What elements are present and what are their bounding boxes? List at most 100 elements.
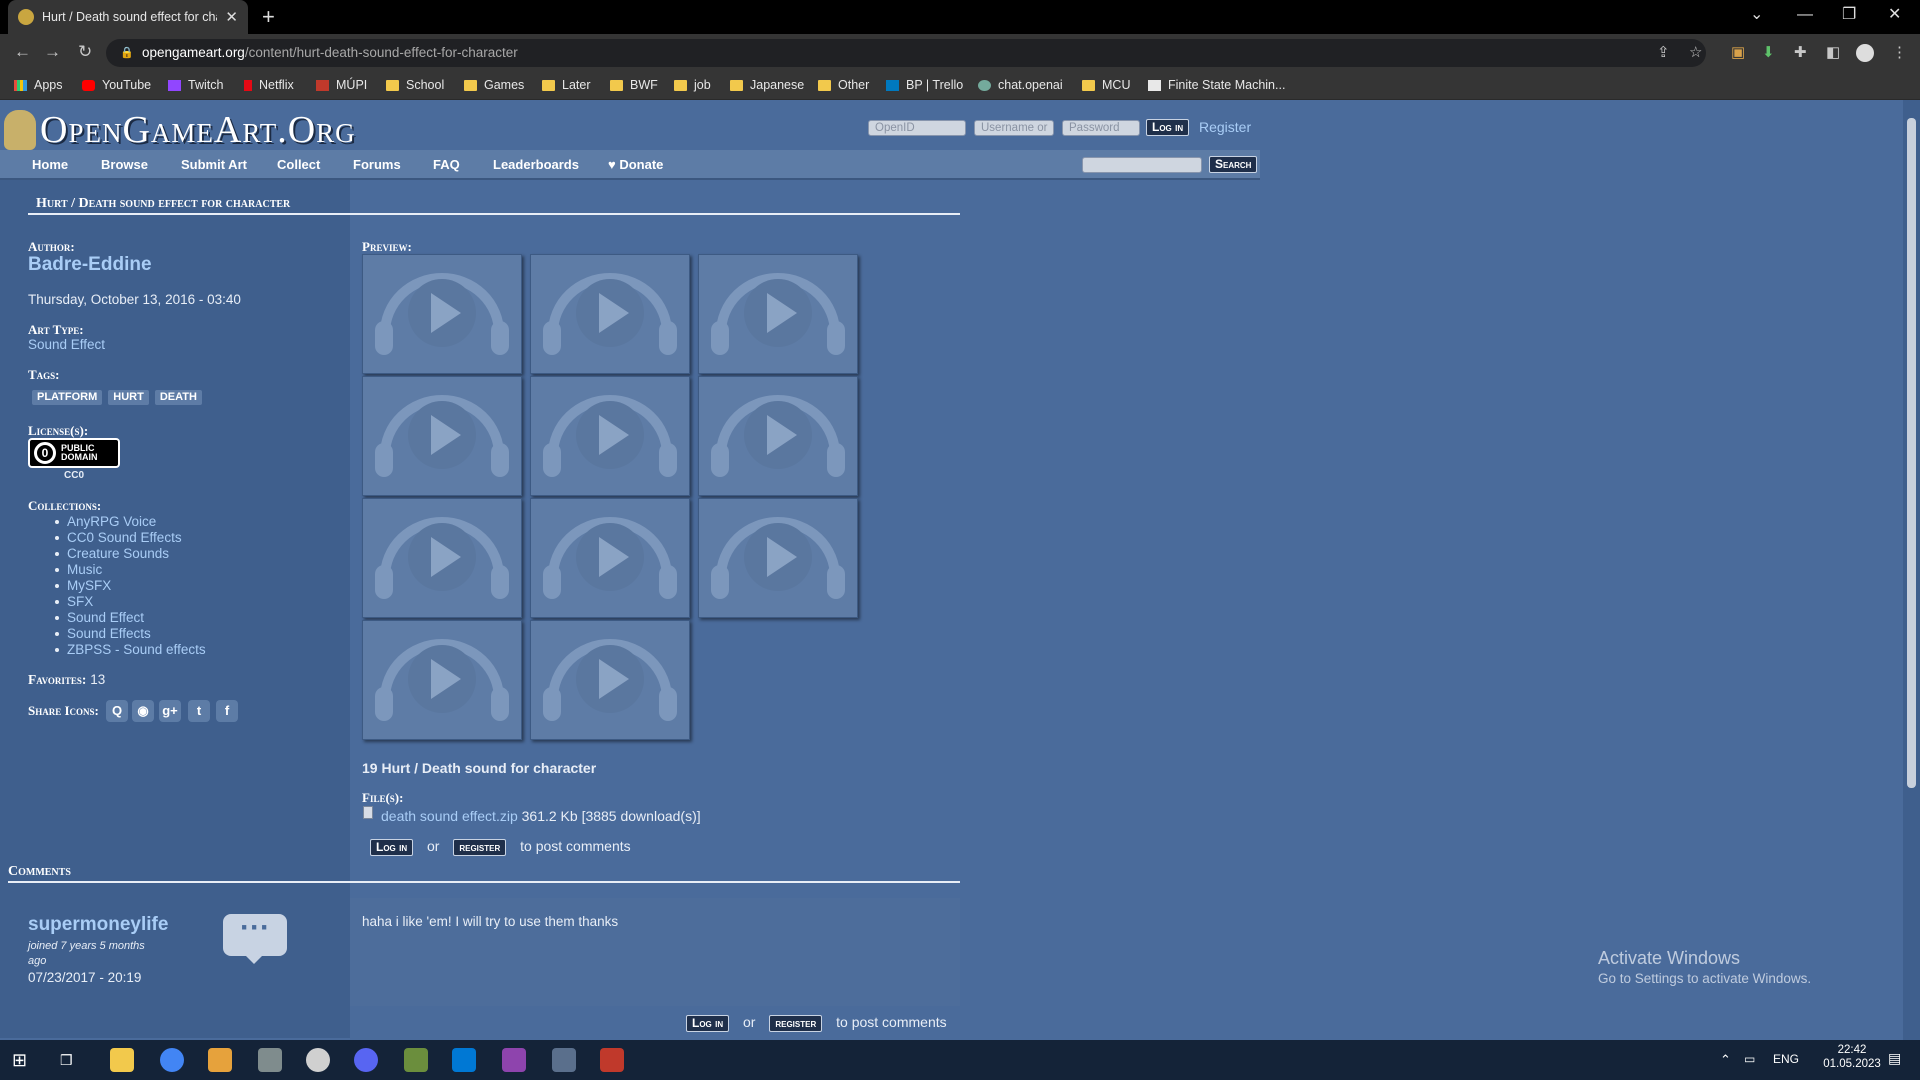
- bookmark-later[interactable]: Later: [542, 70, 591, 100]
- tag-platform[interactable]: PLATFORM: [32, 390, 103, 405]
- tray-chevron-icon[interactable]: ⌃: [1720, 1052, 1731, 1068]
- author-link[interactable]: Badre-Eddine: [28, 254, 152, 276]
- audio-preview-tile[interactable]: [362, 620, 522, 740]
- bookmark-fsm[interactable]: Finite State Machin...: [1148, 70, 1285, 100]
- app-icon-tool[interactable]: [258, 1048, 282, 1072]
- login-button[interactable]: Log in: [370, 839, 414, 856]
- chrome-icon[interactable]: [160, 1048, 184, 1072]
- collection-link[interactable]: Music: [54, 562, 102, 577]
- new-tab-button[interactable]: +: [262, 4, 275, 30]
- scrollbar-thumb[interactable]: [1907, 118, 1916, 788]
- nav-submit-art[interactable]: Submit Art: [181, 157, 247, 172]
- download-extension-icon[interactable]: ⬇: [1762, 44, 1775, 62]
- tag-hurt[interactable]: HURT: [108, 390, 149, 405]
- nav-leaderboards[interactable]: Leaderboards: [493, 157, 579, 172]
- bookmark-netflix[interactable]: Netflix: [244, 70, 294, 100]
- back-icon[interactable]: ←: [14, 42, 31, 62]
- audio-preview-tile[interactable]: [530, 498, 690, 618]
- bookmark-mcu[interactable]: MCU: [1082, 70, 1130, 100]
- vscode-icon[interactable]: [452, 1048, 476, 1072]
- audio-preview-tile[interactable]: [698, 376, 858, 496]
- nav-donate[interactable]: ♥ Donate: [608, 157, 663, 172]
- audio-preview-tile[interactable]: [530, 376, 690, 496]
- minimize-button[interactable]: —: [1797, 4, 1813, 26]
- audio-preview-tile[interactable]: [362, 498, 522, 618]
- audio-preview-tile[interactable]: [698, 498, 858, 618]
- collection-link[interactable]: MySFX: [54, 578, 111, 593]
- calculator-icon[interactable]: [552, 1048, 576, 1072]
- notifications-icon[interactable]: ▤: [1888, 1050, 1901, 1067]
- password-field[interactable]: Password: [1062, 120, 1140, 136]
- collection-link[interactable]: AnyRPG Voice: [54, 514, 156, 529]
- tab-search-icon[interactable]: ⌄: [1750, 4, 1763, 26]
- nav-home[interactable]: Home: [32, 157, 68, 172]
- address-bar[interactable]: 🔒 opengameart.org/content/hurt-death-sou…: [106, 39, 1706, 67]
- reload-icon[interactable]: ↻: [78, 42, 92, 62]
- username-field[interactable]: Username or: [974, 120, 1054, 136]
- header-login-button[interactable]: Log in: [1146, 119, 1190, 136]
- battery-icon[interactable]: ▭: [1744, 1052, 1755, 1066]
- collection-link[interactable]: ZBPSS - Sound effects: [55, 642, 206, 657]
- side-panel-icon[interactable]: ◧: [1826, 44, 1840, 62]
- clock[interactable]: 22:42 01.05.2023: [1820, 1044, 1884, 1070]
- audio-preview-tile[interactable]: [530, 620, 690, 740]
- task-view-icon[interactable]: ❒: [60, 1048, 84, 1072]
- bookmark-youtube[interactable]: YouTube: [82, 70, 151, 100]
- visual-studio-icon[interactable]: [502, 1048, 526, 1072]
- bookmark-chatopenai[interactable]: chat.openai: [978, 70, 1063, 100]
- nav-forums[interactable]: Forums: [353, 157, 401, 172]
- audio-preview-tile[interactable]: [362, 376, 522, 496]
- bookmark-other[interactable]: Other: [818, 70, 869, 100]
- extension-icon[interactable]: ▣: [1731, 44, 1745, 62]
- twitter-icon[interactable]: t: [188, 700, 210, 722]
- collection-link[interactable]: Sound Effects: [55, 626, 151, 641]
- nav-browse[interactable]: Browse: [101, 157, 148, 172]
- discord-icon[interactable]: [354, 1048, 378, 1072]
- openid-field[interactable]: OpenID: [868, 120, 966, 136]
- extensions-puzzle-icon[interactable]: ✚: [1794, 44, 1807, 62]
- profile-avatar[interactable]: [1856, 44, 1874, 62]
- register-button[interactable]: register: [453, 839, 507, 856]
- audio-preview-tile[interactable]: [362, 254, 522, 374]
- bookmark-mupi[interactable]: MÚPI: [316, 70, 367, 100]
- audio-preview-tile[interactable]: [698, 254, 858, 374]
- site-search-button[interactable]: Search: [1209, 156, 1258, 173]
- comment-author-link[interactable]: supermoneylife: [28, 914, 168, 936]
- windows-start-icon[interactable]: ⊞: [12, 1048, 36, 1072]
- file-explorer-icon[interactable]: [110, 1048, 134, 1072]
- bookmark-apps[interactable]: Apps: [14, 70, 63, 100]
- facebook-icon[interactable]: f: [216, 700, 238, 722]
- nav-collect[interactable]: Collect: [277, 157, 320, 172]
- close-tab-icon[interactable]: ✕: [225, 8, 238, 26]
- stumbleupon-icon[interactable]: ◉: [132, 700, 154, 722]
- header-register-link[interactable]: Register: [1199, 119, 1251, 135]
- app-icon-cat[interactable]: [208, 1048, 232, 1072]
- menu-kebab-icon[interactable]: ⋮: [1892, 44, 1907, 62]
- collection-link[interactable]: SFX: [54, 594, 93, 609]
- bookmark-japanese[interactable]: Japanese: [730, 70, 804, 100]
- file-download-link[interactable]: death sound effect.zip: [381, 808, 518, 824]
- bookmark-school[interactable]: School: [386, 70, 444, 100]
- browser-tab[interactable]: Hurt / Death sound effect for cha ✕: [8, 0, 248, 34]
- collection-link[interactable]: Sound Effect: [54, 610, 144, 625]
- share-page-icon[interactable]: ⇪: [1657, 44, 1670, 62]
- audio-preview-tile[interactable]: [530, 254, 690, 374]
- app-icon-ball[interactable]: [306, 1048, 330, 1072]
- nav-faq[interactable]: FAQ: [433, 157, 460, 172]
- restore-button[interactable]: ❐: [1842, 4, 1856, 26]
- app-icon-game[interactable]: [404, 1048, 428, 1072]
- site-logo[interactable]: OpenGameArt.Org: [4, 109, 356, 151]
- bookmark-twitch[interactable]: Twitch: [168, 70, 223, 100]
- bookmark-trello[interactable]: BP | Trello: [886, 70, 963, 100]
- winrar-icon[interactable]: [600, 1048, 624, 1072]
- close-window-button[interactable]: ✕: [1888, 4, 1901, 26]
- collection-link[interactable]: CC0 Sound Effects: [55, 530, 182, 545]
- google-plus-icon[interactable]: g+: [159, 700, 181, 722]
- forward-icon[interactable]: →: [44, 42, 61, 62]
- collection-link[interactable]: Creature Sounds: [54, 546, 169, 561]
- bookmark-bwf[interactable]: BWF: [610, 70, 658, 100]
- reddit-icon[interactable]: Q: [106, 700, 128, 722]
- cc0-license-badge[interactable]: 0 PUBLIC DOMAIN: [28, 438, 120, 468]
- language-indicator[interactable]: ENG: [1773, 1052, 1799, 1066]
- site-search-input[interactable]: [1082, 157, 1202, 173]
